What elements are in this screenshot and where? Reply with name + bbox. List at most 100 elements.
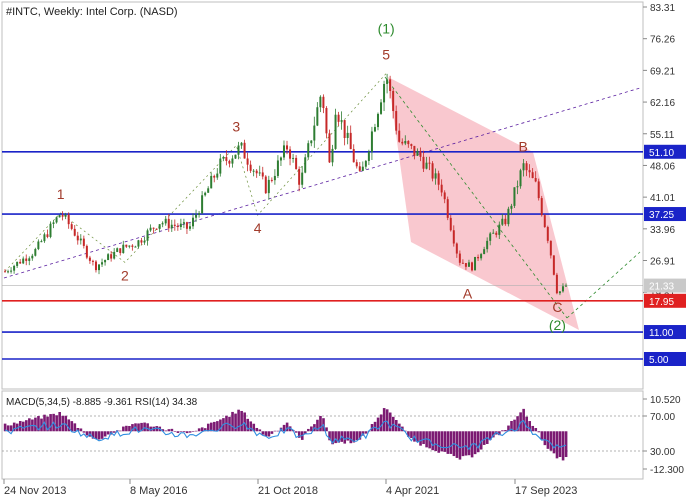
wave-label-C: C [552,299,562,315]
wave-label-5: 5 [382,47,390,63]
macd-bar [49,414,52,432]
candle-body [328,133,331,163]
candle-body [270,179,273,181]
wave-label-p1p: (1) [378,21,395,37]
candle-body [19,261,22,264]
candle-body [289,149,292,159]
candle-body [46,234,49,237]
macd-bar [385,409,389,432]
macd-bar [334,431,337,444]
candle-body [7,271,10,273]
macd-bar [185,431,189,434]
candle-body [228,160,231,164]
candle-body [346,132,349,138]
candle-body [258,172,261,174]
candle-body [534,177,537,182]
candle-body [25,258,28,261]
macd-bar [200,427,204,432]
candle-body [243,142,246,159]
macd-bar [564,431,568,458]
candle-body [413,145,416,156]
candle-body [52,222,55,224]
indicator-legend: MACD(5,34,5) -8.885 -9.361 RSI(14) 34.38 [6,397,198,408]
macd-bar [270,431,274,434]
price-tick-label: 69.21 [650,66,675,77]
candle-body [143,240,146,243]
macd-bar [182,431,186,433]
candle-body [76,235,79,241]
macd-bar [82,431,86,433]
candle-body [389,79,392,92]
candle-body [555,274,558,294]
macd-bar [558,431,562,458]
macd-bar [240,410,243,432]
date-tick-label: 24 Nov 2013 [4,485,66,497]
candle-body [507,208,510,225]
price-tick-label: 48.06 [650,161,675,172]
candle-body [264,176,267,194]
macd-bar [106,431,110,435]
candle-body [104,260,107,263]
macd-bar [467,431,471,456]
macd-bar [85,431,89,436]
macd-bar [319,415,322,432]
candle-body [82,238,85,246]
candle-body [240,142,243,146]
candle-body [543,215,546,228]
macd-bar [549,431,553,451]
date-tick-label: 21 Oct 2018 [258,485,318,497]
candle-body [286,145,289,150]
candle-body [37,241,40,250]
candle-body [537,181,540,199]
candle-body [401,141,404,144]
candle-body [122,244,125,254]
macd-bar [476,431,480,453]
candle-body [34,249,37,256]
candle-body [367,151,370,161]
candle-body [337,114,340,122]
macd-bar [276,430,280,432]
candle-body [152,227,155,229]
macd-bar [443,431,447,452]
candle-body [182,222,185,224]
date-tick-label: 17 Sep 2023 [515,485,577,497]
candle-body [361,166,364,171]
candle-body [155,228,158,230]
candle-body [28,258,31,261]
macd-bar [170,428,174,432]
macd-bar [94,431,98,440]
candle-body [386,79,389,84]
candle-body [334,114,337,149]
candle-body [528,170,531,173]
macd-bar [482,431,486,445]
candle-body [222,157,225,159]
macd-bar [440,431,444,452]
wave-label-B: B [519,139,528,155]
wave-label-4: 4 [254,220,262,236]
macd-bar [537,431,541,433]
candle-body [231,158,234,164]
macd-bar [525,416,528,432]
candle-body [419,150,422,157]
date-tick-label: 4 Apr 2021 [386,485,439,497]
macd-bar [103,431,107,437]
candle-body [116,248,119,252]
current-price-tag: 21.33 [649,282,674,293]
date-tick-label: 8 May 2016 [130,485,187,497]
macd-bar [197,428,201,432]
candle-body [525,163,528,171]
macd-bar [419,431,422,446]
candle-body [410,144,413,146]
candle-body [176,225,179,228]
price-tick-label: 26.91 [650,257,675,268]
candle-body [185,222,188,229]
level-tag-11-00: 11.00 [649,328,674,339]
candle-body [170,224,173,229]
candle-body [540,198,543,216]
instrument-label: Intel Corp. (NASD) [86,6,178,18]
indicator-tick-label: -12.300 [650,465,684,476]
intc-weekly-chart[interactable]: 1 2 3 4 5 (1) A B C (2) 83.31 76.26 69.21 62.16 55.11… [0,0,700,500]
candle-body [489,233,492,241]
candle-body [85,245,88,258]
macd-bar [543,431,547,446]
